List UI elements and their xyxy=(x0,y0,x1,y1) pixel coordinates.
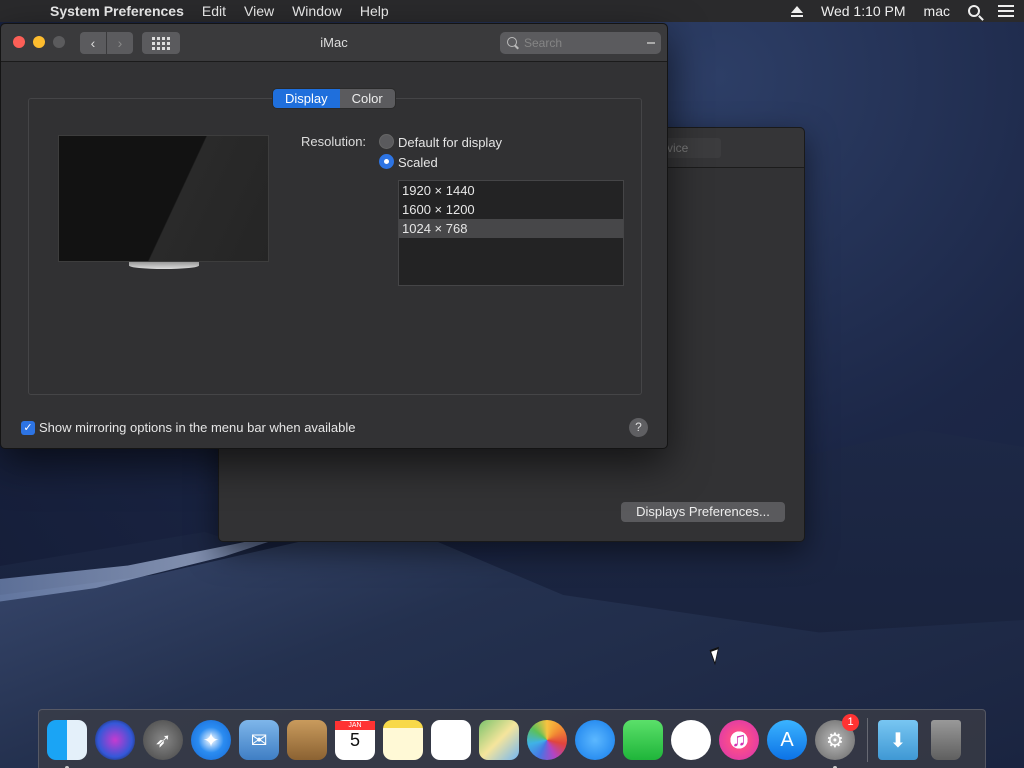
help-button[interactable]: ? xyxy=(629,418,648,437)
dock-trash-icon[interactable] xyxy=(931,720,961,760)
spotlight-search-icon[interactable] xyxy=(968,5,980,17)
eject-icon[interactable] xyxy=(790,5,803,17)
dock-calendar-icon[interactable]: 5 xyxy=(335,720,375,760)
resolution-label: Resolution: xyxy=(301,134,367,149)
radio-scaled[interactable] xyxy=(379,154,394,169)
scaled-resolution-list[interactable]: 1920 × 1440 1600 × 1200 1024 × 768 xyxy=(398,180,624,286)
list-item[interactable]: 1600 × 1200 xyxy=(399,200,623,219)
tab-display[interactable]: Display xyxy=(273,89,340,108)
dock-separator xyxy=(867,718,868,762)
menu-user[interactable]: mac xyxy=(924,3,950,19)
menu-view[interactable]: View xyxy=(244,3,274,19)
dock-downloads-folder-icon[interactable]: ⬇ xyxy=(878,720,918,760)
tab-segmented-control: Display Color xyxy=(273,89,395,108)
dock-reminders-icon[interactable] xyxy=(431,720,471,760)
tab-color[interactable]: Color xyxy=(339,89,395,108)
notification-center-icon[interactable] xyxy=(998,5,1014,17)
display-preview-image xyxy=(58,135,269,262)
dock-contacts-icon[interactable] xyxy=(287,720,327,760)
window-titlebar: ‹ › iMac Search xyxy=(1,24,667,62)
dock-notes-icon[interactable] xyxy=(383,720,423,760)
menu-help[interactable]: Help xyxy=(360,3,389,19)
search-field[interactable]: Search xyxy=(500,32,661,54)
dock-finder-icon[interactable] xyxy=(47,720,87,768)
dock-maps-icon[interactable] xyxy=(479,720,519,760)
mirroring-checkbox-label[interactable]: Show mirroring options in the menu bar w… xyxy=(39,420,356,435)
default-for-display-label[interactable]: Default for display xyxy=(398,135,502,150)
notification-badge: 1 xyxy=(842,714,859,731)
menu-window[interactable]: Window xyxy=(292,3,342,19)
radio-default-for-display[interactable] xyxy=(379,134,394,149)
menu-clock[interactable]: Wed 1:10 PM xyxy=(821,3,906,19)
imac-display-window: ‹ › iMac Search Display Color Resolution… xyxy=(0,23,668,449)
dock-siri-icon[interactable] xyxy=(95,720,135,760)
list-item[interactable]: 1920 × 1440 xyxy=(399,181,623,200)
search-placeholder: Search xyxy=(524,36,563,50)
dock-news-icon[interactable] xyxy=(671,720,711,760)
dock: ➶ ✦ ✉ 5 ♫ A ⚙ 1 ⬇ xyxy=(38,709,986,768)
dock-system-preferences-icon[interactable]: ⚙ 1 xyxy=(815,714,859,768)
menu-app-name[interactable]: System Preferences xyxy=(50,3,184,19)
dock-launchpad-icon[interactable]: ➶ xyxy=(143,720,183,760)
dock-photos-icon[interactable] xyxy=(527,720,567,760)
displays-preferences-button[interactable]: Displays Preferences... xyxy=(621,502,785,522)
dock-mail-icon[interactable]: ✉ xyxy=(239,720,279,760)
mirroring-checkbox[interactable]: ✓ xyxy=(21,421,35,435)
dock-messages-icon[interactable] xyxy=(575,720,615,760)
back-window-tab[interactable]: vice xyxy=(659,138,721,158)
list-item-selected[interactable]: 1024 × 768 xyxy=(399,219,623,238)
dock-safari-icon[interactable]: ✦ xyxy=(191,720,231,760)
display-stand xyxy=(129,262,199,269)
dock-app-store-icon[interactable]: A xyxy=(767,720,807,760)
scaled-label[interactable]: Scaled xyxy=(398,155,438,170)
menu-edit[interactable]: Edit xyxy=(202,3,226,19)
menu-bar: System Preferences Edit View Window Help… xyxy=(0,0,1024,22)
search-icon xyxy=(507,37,517,47)
dock-facetime-icon[interactable] xyxy=(623,720,663,760)
search-clear-icon[interactable] xyxy=(647,42,655,44)
dock-itunes-icon[interactable]: ♫ xyxy=(719,720,759,760)
apple-menu-icon[interactable] xyxy=(20,3,36,19)
